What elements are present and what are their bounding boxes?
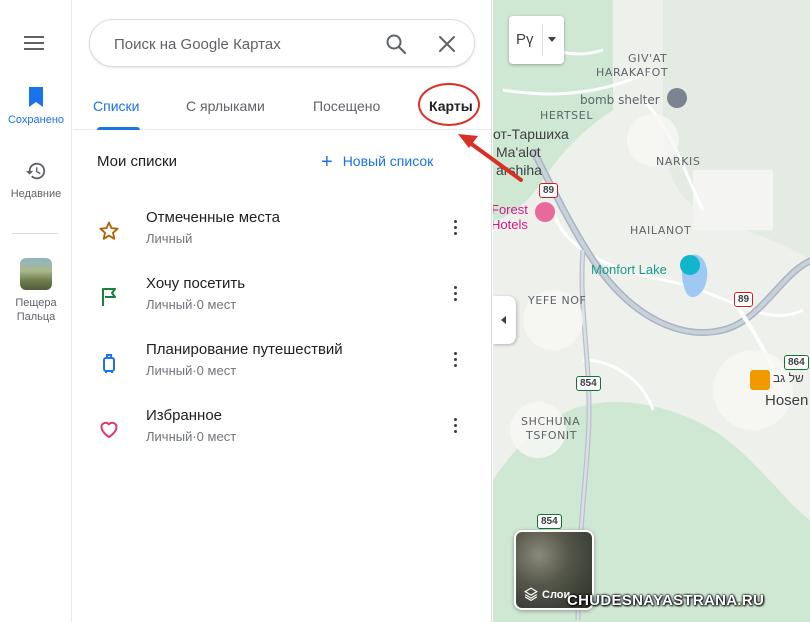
map-label: SHCHUNA <box>521 415 581 428</box>
place-thumbnail <box>20 258 52 290</box>
more-options-icon[interactable] <box>443 215 467 239</box>
list-item[interactable]: Планирование путешествий Личный·0 мест <box>73 341 492 401</box>
search-box <box>89 19 475 67</box>
more-options-icon[interactable] <box>443 347 467 371</box>
tab-visited[interactable]: Посещено <box>313 98 380 114</box>
list-item-title: Планирование путешествий <box>146 341 343 358</box>
rail-item-recent-label: Недавние <box>10 188 62 200</box>
road-shield: 864 <box>784 355 809 370</box>
list-item[interactable]: Хочу посетить Личный·0 мест <box>73 275 492 335</box>
flag-icon <box>102 288 116 306</box>
map-label: GIV'AT <box>628 52 668 65</box>
map-label: TSFONIT <box>526 429 578 442</box>
list-item-subtitle: Личный <box>146 231 193 246</box>
collapse-panel-button[interactable] <box>493 296 516 344</box>
bookmark-icon <box>29 87 43 107</box>
road-shield: 89 <box>539 183 559 198</box>
lake-pin-icon[interactable] <box>680 255 700 275</box>
map-label: bomb shelter <box>580 93 660 107</box>
road-shield: 854 <box>576 376 601 391</box>
map-label: от-Таршиха <box>493 126 569 142</box>
map-label: Monfort Lake <box>591 262 667 277</box>
menu-icon[interactable] <box>24 36 44 50</box>
plus-icon: + <box>321 151 333 173</box>
language-label: Рү <box>516 31 534 48</box>
chevron-down-icon[interactable] <box>548 37 556 42</box>
map-view[interactable]: GIV'AT HARAKAFOT bomb shelter HERTSEL от… <box>493 0 810 622</box>
nav-rail: Сохранено Недавние Пещера Пальца <box>0 0 72 622</box>
rail-item-saved-label: Сохранено <box>7 114 65 126</box>
road-shield: 854 <box>537 514 562 529</box>
list-item-subtitle: Личный·0 мест <box>146 297 237 312</box>
road-shield: 89 <box>734 292 754 307</box>
heart-icon <box>100 421 118 438</box>
language-button[interactable]: Рү <box>509 16 564 64</box>
map-label: Hotels <box>493 217 528 232</box>
list-item[interactable]: Отмеченные места Личный <box>73 209 492 269</box>
layers-icon <box>524 587 538 601</box>
divider <box>542 24 543 56</box>
history-icon <box>25 162 46 180</box>
list-item-subtitle: Личный·0 мест <box>146 363 237 378</box>
map-label: HERTSEL <box>540 109 594 122</box>
map-label: Hosen <box>765 392 809 409</box>
restaurant-pin-icon[interactable] <box>750 370 770 390</box>
shelter-pin-icon[interactable] <box>667 88 687 108</box>
saved-panel: Списки С ярлыками Посещено Карты Мои спи… <box>73 0 492 622</box>
my-lists-heading: Мои списки <box>97 153 177 170</box>
star-icon <box>99 221 119 240</box>
watermark-text: CHUDESNAYASTRANA.RU <box>567 592 765 609</box>
rail-item-saved[interactable]: Сохранено <box>0 86 72 126</box>
new-list-button[interactable]: + Новый список <box>321 152 434 172</box>
search-icon[interactable] <box>384 32 408 56</box>
map-label: Ma'alot <box>496 144 541 160</box>
map-label: HARAKAFOT <box>596 66 669 79</box>
rail-divider <box>12 233 58 234</box>
rail-item-place[interactable]: Пещера Пальца <box>0 258 72 324</box>
active-tab-indicator <box>97 127 140 130</box>
rail-item-place-label: Пещера Пальца <box>15 297 57 323</box>
more-options-icon[interactable] <box>443 413 467 437</box>
map-label: Forest <box>493 202 528 217</box>
map-label: YEFE NOF <box>528 294 587 307</box>
tab-lists[interactable]: Списки <box>93 98 139 114</box>
search-input[interactable] <box>114 33 374 55</box>
map-label: של גב <box>773 371 804 385</box>
tab-labeled[interactable]: С ярлыками <box>186 98 265 114</box>
more-options-icon[interactable] <box>443 281 467 305</box>
list-item-title: Хочу посетить <box>146 275 246 292</box>
list-item-title: Отмеченные места <box>146 209 280 226</box>
map-label: NARKIS <box>656 155 701 168</box>
list-item-title: Избранное <box>146 407 223 424</box>
list-item[interactable]: Избранное Личный·0 мест <box>73 407 492 467</box>
rail-item-recent[interactable]: Недавние <box>0 160 72 200</box>
map-label: arshiha <box>496 162 542 178</box>
close-icon[interactable] <box>435 32 459 56</box>
map-label: HAILANOT <box>630 224 692 237</box>
hotel-pin-icon[interactable] <box>535 202 555 222</box>
suitcase-icon <box>103 354 115 373</box>
highlight-circle <box>418 83 480 126</box>
new-list-label: Новый список <box>342 153 434 169</box>
list-item-subtitle: Личный·0 мест <box>146 429 237 444</box>
